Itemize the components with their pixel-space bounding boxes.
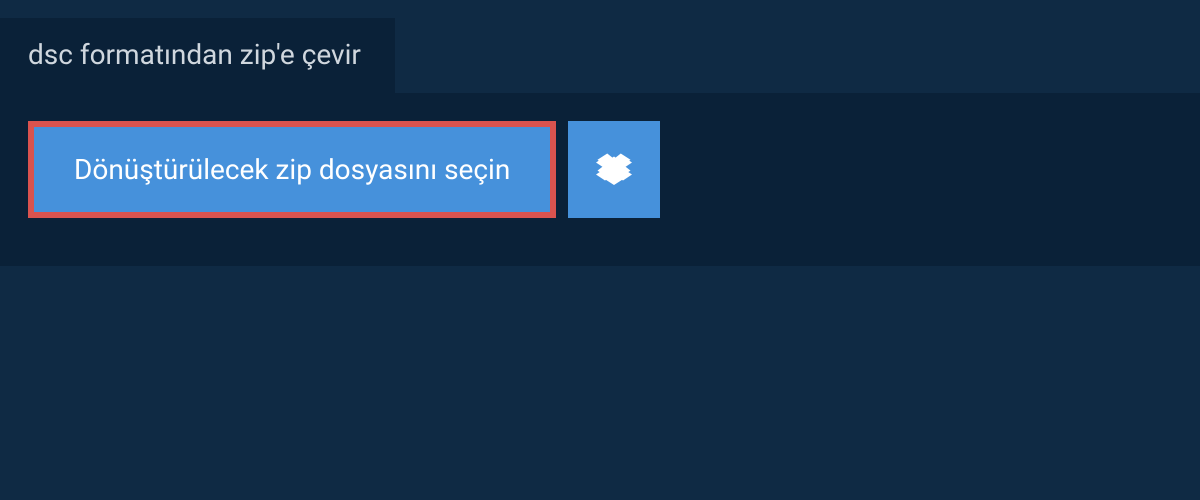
dropbox-button[interactable] [568,121,660,218]
select-file-button-label: Dönüştürülecek zip dosyasını seçin [74,153,510,186]
tab-convert[interactable]: dsc formatından zip'e çevir [0,18,395,93]
button-row: Dönüştürülecek zip dosyasını seçin [28,121,1172,218]
convert-panel: Dönüştürülecek zip dosyasını seçin [0,93,1200,266]
dropbox-icon [596,152,632,188]
tab-label: dsc formatından zip'e çevir [28,38,361,71]
tab-bar: dsc formatından zip'e çevir [0,0,1200,93]
select-file-button[interactable]: Dönüştürülecek zip dosyasını seçin [28,121,556,218]
